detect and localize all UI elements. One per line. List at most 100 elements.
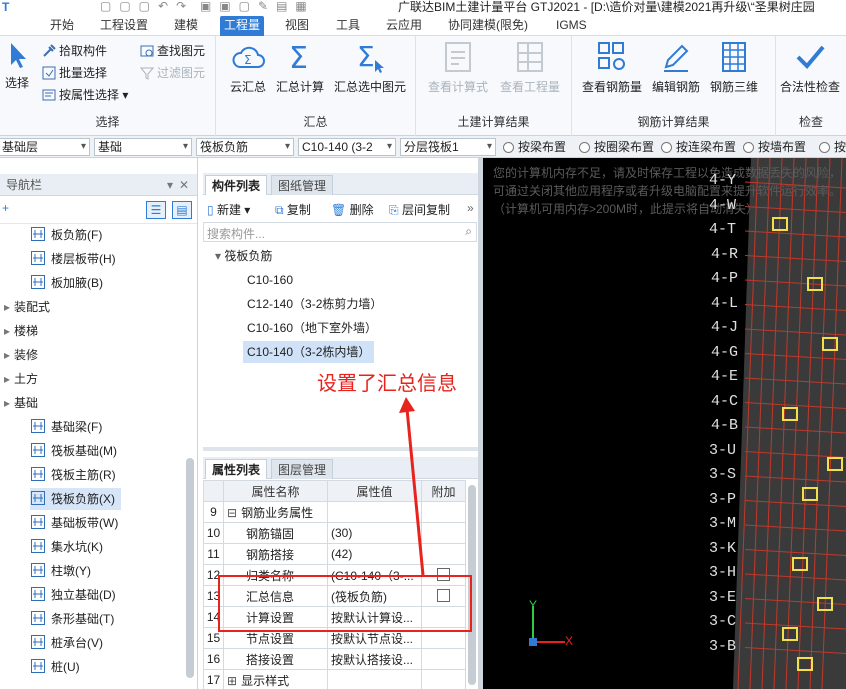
menu-item[interactable]: 工程量	[220, 16, 265, 36]
menu-item[interactable]: 视图	[281, 16, 313, 34]
nav-header: 导航栏 ▾ ✕	[0, 174, 197, 196]
radio-by-beam[interactable]: 按梁布置	[503, 139, 566, 155]
axis-label: 3-M	[709, 515, 737, 532]
sidebar-item[interactable]: ▸ 基础	[4, 392, 38, 414]
menu-item[interactable]: 工程设置	[96, 16, 152, 34]
radio-by-ring-beam[interactable]: 按圈梁布置	[579, 139, 654, 155]
close-icon[interactable]: ✕	[179, 174, 189, 196]
tab-component-list[interactable]: 构件列表	[205, 175, 268, 195]
menu-item[interactable]: 建模	[170, 16, 202, 34]
sidebar-item[interactable]: 集水坑(K)	[30, 536, 103, 558]
select-by-attribute-button[interactable]: 按属性选择 ▾	[42, 86, 128, 104]
floor-copy-button[interactable]: ⎘ 层间复制	[389, 201, 450, 218]
category-select[interactable]: 基础	[94, 138, 192, 156]
low-memory-notice: 您的计算机内存不足，请及时保存工程以免造成数据丢失的风险，可通过关闭其他应用程序…	[493, 166, 842, 216]
annotation-arrow	[399, 397, 425, 576]
list-item[interactable]: C10-160	[247, 269, 293, 291]
view-quantity-button[interactable]: 查看工程量	[500, 40, 560, 95]
view-rebar-quantity-button[interactable]: 查看钢筋量	[582, 40, 642, 95]
sidebar-item[interactable]: ▸ 装配式	[4, 296, 50, 318]
sidebar-item[interactable]: 独立基础(D)	[30, 584, 116, 606]
expand-icon: ▸	[4, 348, 11, 362]
more-icon[interactable]: »	[467, 201, 474, 215]
sidebar-item[interactable]: 基础板带(W)	[30, 512, 118, 534]
axis-label: 3-P	[709, 490, 737, 508]
sidebar-item[interactable]: ▸ 装修	[4, 344, 38, 366]
sidebar-item-label: 桩(U)	[51, 660, 80, 674]
property-value[interactable]	[327, 669, 422, 689]
sidebar-item[interactable]: 筏板基础(M)	[30, 440, 117, 462]
batch-select-button[interactable]: 批量选择	[42, 64, 107, 82]
quick-access-tools-icon[interactable]: ▣▣▢✎▤▦	[200, 0, 315, 13]
add-icon[interactable]: +	[2, 201, 9, 215]
expand-icon[interactable]: ⊞	[227, 674, 237, 688]
view-formula-button[interactable]: 查看计算式	[428, 40, 488, 95]
header-num	[203, 480, 224, 502]
summary-selected-button[interactable]: Σ 汇总选中图元	[334, 40, 406, 95]
detail-view-icon[interactable]: ▤	[172, 201, 192, 219]
menu-item[interactable]: 工具	[332, 16, 364, 34]
row-number: 10	[203, 522, 224, 544]
radio-by-link-beam[interactable]: 按连梁布置	[661, 139, 736, 155]
table-row[interactable]: 16 搭接设置 按默认搭接设...	[203, 648, 466, 670]
radio-by-wall[interactable]: 按墙布置	[743, 139, 806, 155]
floor-select[interactable]: 基础层	[0, 138, 90, 156]
tab-layer-management[interactable]: 图层管理	[271, 459, 334, 479]
summary-calc-button[interactable]: Σ 汇总计算	[276, 40, 324, 95]
pick-component-button[interactable]: 拾取构件	[42, 42, 107, 60]
filter-element-button[interactable]: 过滤图元	[139, 64, 205, 82]
edit-rebar-button[interactable]: 编辑钢筋	[652, 40, 700, 95]
svg-text:Σ: Σ	[289, 41, 308, 74]
sidebar-item[interactable]: ▸ 土方	[4, 368, 38, 390]
axis-label: 4-G	[711, 343, 739, 361]
component-spec-select[interactable]: C10-140 (3-2	[298, 138, 396, 156]
menu-item[interactable]: 开始	[46, 16, 78, 34]
drawing-canvas[interactable]: 您的计算机内存不足，请及时保存工程以免造成数据丢失的风险，可通过关闭其他应用程序…	[483, 158, 846, 689]
collapse-icon[interactable]: ⊟	[227, 506, 237, 520]
copy-button[interactable]: ⧉ 复制	[275, 201, 311, 218]
sidebar-item[interactable]: 筏板负筋(X)	[30, 488, 121, 510]
property-value[interactable]: 按默认搭接设...	[327, 648, 422, 670]
tab-drawing-management[interactable]: 图纸管理	[271, 175, 334, 195]
pin-icon[interactable]: ▾	[167, 174, 173, 196]
sidebar-item[interactable]: 桩(U)	[30, 656, 80, 678]
menu-item[interactable]: 协同建模(限免)	[444, 16, 532, 34]
sidebar-item[interactable]: ▸ 楼梯	[4, 320, 38, 342]
tab-property-list[interactable]: 属性列表	[205, 459, 268, 479]
axis-x-label: X	[565, 634, 574, 648]
component-type-select[interactable]: 筏板负筋	[196, 138, 294, 156]
list-item[interactable]: C10-160（地下室外墙）	[247, 317, 377, 339]
tree-root[interactable]: ▾ 筏板负筋	[215, 245, 272, 267]
cloud-summary-button[interactable]: Σ 云汇总	[230, 40, 266, 95]
rebar-3d-button[interactable]: 钢筋三维	[710, 40, 758, 95]
property-name: 钢筋锚固	[223, 522, 328, 544]
table-row[interactable]: 17 ⊞ 显示样式	[203, 669, 466, 689]
sidebar-item[interactable]: 基础梁(F)	[30, 416, 102, 438]
sidebar-item[interactable]: 板负筋(F)	[30, 224, 102, 246]
list-view-icon[interactable]: ☰	[146, 201, 166, 219]
menu-item[interactable]: 云应用	[382, 16, 426, 34]
panel-splitter[interactable]	[203, 447, 480, 451]
batch-select-icon	[42, 66, 56, 80]
sidebar-item[interactable]: 板加腋(B)	[30, 272, 103, 294]
select-button[interactable]: 选择	[2, 40, 32, 91]
quick-access-icons[interactable]: ▢▢▢↶↷	[100, 0, 194, 13]
sidebar-item[interactable]: 筏板主筋(R)	[30, 464, 116, 486]
sidebar-item[interactable]: 条形基础(T)	[30, 608, 114, 630]
new-button[interactable]: ▯ 新建 ▾	[207, 201, 250, 218]
component-search-box[interactable]: 搜索构件... ⌕	[203, 222, 477, 242]
sidebar-item[interactable]: 楼层板带(H)	[30, 248, 116, 270]
menu-item[interactable]: IGMS	[552, 16, 591, 34]
find-element-button[interactable]: 查找图元	[140, 42, 205, 60]
component-icon	[31, 563, 45, 577]
list-item[interactable]: C10-140（3-2栋内墙）	[243, 341, 375, 363]
property-name-label: 钢筋搭接	[246, 547, 295, 562]
legality-check-button[interactable]: 合法性检查	[780, 40, 840, 95]
list-item[interactable]: C12-140（3-2栋剪力墙）	[247, 293, 382, 315]
nav-scrollbar[interactable]	[186, 458, 194, 678]
radio-by-more[interactable]: 按	[819, 139, 846, 155]
sidebar-item[interactable]: 桩承台(V)	[30, 632, 103, 654]
delete-button[interactable]: 🗑 删除	[331, 201, 374, 218]
sidebar-item[interactable]: 柱墩(Y)	[30, 560, 91, 582]
layer-select[interactable]: 分层筏板1	[400, 138, 496, 156]
